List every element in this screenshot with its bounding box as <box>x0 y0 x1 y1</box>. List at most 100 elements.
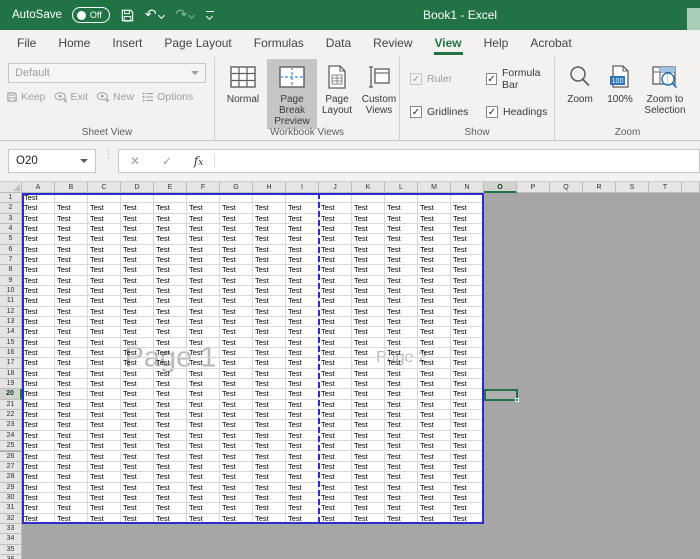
cell[interactable]: Test <box>187 399 220 411</box>
cell[interactable]: Test <box>385 482 418 493</box>
cell[interactable]: Test <box>154 286 187 297</box>
cell[interactable]: Test <box>253 265 286 276</box>
cell[interactable]: Test <box>286 430 319 442</box>
cell[interactable]: Test <box>352 275 385 287</box>
cell[interactable]: Test <box>22 296 55 307</box>
cell[interactable]: Test <box>319 317 352 328</box>
cell[interactable]: Test <box>55 399 88 411</box>
cell[interactable]: Test <box>352 461 385 473</box>
cell[interactable]: Test <box>121 420 154 431</box>
cell[interactable]: Test <box>319 327 352 338</box>
cell[interactable]: Test <box>385 472 418 483</box>
cell[interactable]: Test <box>319 348 352 359</box>
cell[interactable]: Test <box>286 234 319 245</box>
cell[interactable]: Test <box>187 348 220 359</box>
cell[interactable]: Test <box>220 358 253 369</box>
cell[interactable]: Test <box>121 513 154 524</box>
tab-view[interactable]: View <box>424 30 473 57</box>
column-header[interactable]: D <box>121 182 154 193</box>
cell[interactable]: Test <box>385 368 418 380</box>
row-header[interactable]: 24 <box>0 430 22 442</box>
cell[interactable]: Test <box>88 244 121 256</box>
cell[interactable]: Test <box>418 492 451 504</box>
cell[interactable]: Test <box>121 213 154 224</box>
cell[interactable]: Test <box>121 441 154 452</box>
cell[interactable]: Test <box>154 513 187 524</box>
cell[interactable]: Test <box>121 348 154 359</box>
cell[interactable]: Test <box>352 296 385 307</box>
cell[interactable]: Test <box>121 296 154 307</box>
cell[interactable]: Test <box>319 379 352 390</box>
cell[interactable]: Test <box>352 358 385 369</box>
cell[interactable]: Test <box>22 461 55 473</box>
cell[interactable]: Test <box>319 472 352 483</box>
cell[interactable]: Test <box>385 513 418 524</box>
cell[interactable]: Test <box>154 461 187 473</box>
exit-button[interactable]: Exit <box>54 91 88 103</box>
cell[interactable]: Test <box>319 296 352 307</box>
cell[interactable]: Test <box>418 327 451 338</box>
cell[interactable]: Test <box>22 203 55 214</box>
cell[interactable]: Test <box>55 503 88 514</box>
cell[interactable] <box>451 193 484 204</box>
cell[interactable]: Test <box>352 213 385 224</box>
cell[interactable]: Test <box>253 420 286 431</box>
cell[interactable]: Test <box>451 389 484 400</box>
keep-button[interactable]: Keep <box>6 91 46 103</box>
cell[interactable]: Test <box>22 234 55 245</box>
cell[interactable]: Test <box>121 379 154 390</box>
insert-function-icon[interactable]: fx <box>183 154 215 168</box>
tab-acrobat[interactable]: Acrobat <box>519 30 582 57</box>
row-header[interactable]: 4 <box>0 224 22 235</box>
cell[interactable]: Test <box>88 472 121 483</box>
cell[interactable]: Test <box>22 275 55 287</box>
cell[interactable]: Test <box>88 275 121 287</box>
cell[interactable]: Test <box>286 255 319 266</box>
cell[interactable]: Test <box>319 451 352 462</box>
column-header[interactable]: J <box>319 182 352 193</box>
row-header[interactable]: 15 <box>0 337 22 349</box>
cell[interactable]: Test <box>187 296 220 307</box>
cell[interactable]: Test <box>187 420 220 431</box>
page-break-preview-button[interactable]: Page Break Preview <box>267 59 317 129</box>
cell[interactable]: Test <box>352 379 385 390</box>
cell[interactable]: Test <box>418 255 451 266</box>
cell[interactable]: Test <box>55 275 88 287</box>
cell[interactable]: Test <box>55 368 88 380</box>
cell[interactable]: Test <box>187 513 220 524</box>
cell[interactable]: Test <box>154 410 187 421</box>
cell[interactable]: Test <box>121 368 154 380</box>
column-header[interactable]: G <box>220 182 253 193</box>
cell[interactable]: Test <box>451 441 484 452</box>
cell[interactable]: Test <box>220 368 253 380</box>
row-header[interactable]: 2 <box>0 203 22 214</box>
cell[interactable]: Test <box>220 441 253 452</box>
cell[interactable]: Test <box>22 389 55 400</box>
cell[interactable]: Test <box>55 472 88 483</box>
cell[interactable]: Test <box>187 358 220 369</box>
cell[interactable]: Test <box>220 337 253 349</box>
cell[interactable]: Test <box>88 492 121 504</box>
cell[interactable]: Test <box>55 430 88 442</box>
cell[interactable]: Test <box>220 224 253 235</box>
cell[interactable]: Test <box>451 306 484 318</box>
cell[interactable]: Test <box>187 327 220 338</box>
cell[interactable]: Test <box>88 348 121 359</box>
cell[interactable]: Test <box>352 337 385 349</box>
row-header[interactable]: 32 <box>0 513 22 524</box>
row-header[interactable]: 8 <box>0 265 22 276</box>
cell[interactable]: Test <box>187 441 220 452</box>
cell[interactable]: Test <box>418 503 451 514</box>
cell[interactable]: Test <box>154 265 187 276</box>
enter-icon[interactable]: ✓ <box>151 154 183 168</box>
cell[interactable]: Test <box>418 317 451 328</box>
cell[interactable]: Test <box>121 234 154 245</box>
cell[interactable]: Test <box>286 275 319 287</box>
cell[interactable]: Test <box>88 255 121 266</box>
cell[interactable]: Test <box>319 224 352 235</box>
cell[interactable]: Test <box>121 317 154 328</box>
cell[interactable]: Test <box>154 503 187 514</box>
column-header[interactable]: T <box>649 182 682 193</box>
cell[interactable]: Test <box>418 513 451 524</box>
cell[interactable]: Test <box>319 358 352 369</box>
